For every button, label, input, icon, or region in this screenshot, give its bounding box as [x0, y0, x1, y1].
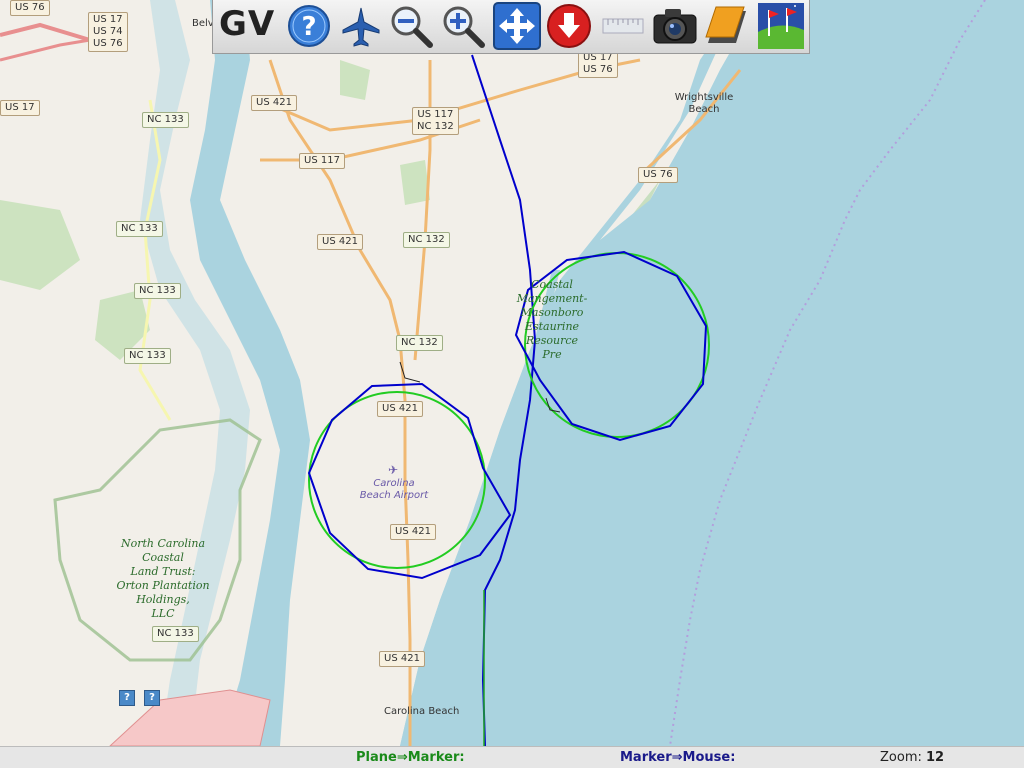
- place-label-carolina-beach: Carolina Beach: [384, 706, 460, 717]
- help-icon: ?: [288, 5, 330, 47]
- svg-text:?: ?: [301, 12, 316, 42]
- road-shield-us421: US 421: [317, 234, 363, 250]
- road-shield-nc133: NC 133: [152, 626, 199, 642]
- info-marker-icon[interactable]: ?: [144, 690, 160, 706]
- shield-line: US 74: [93, 26, 123, 37]
- road-shield-us421: US 421: [377, 401, 423, 417]
- road-shield-nc133: NC 133: [134, 283, 181, 299]
- svg-text:✈: ✈: [388, 463, 398, 477]
- park-line: Mangement-: [516, 292, 588, 305]
- zoom-readout: Zoom: 12: [880, 750, 944, 765]
- park-line: Orton Plantation: [116, 579, 210, 592]
- zoom-in-icon: [443, 6, 485, 48]
- markers-button[interactable]: [757, 2, 805, 50]
- zoom-out-button[interactable]: [387, 2, 435, 50]
- camera-button[interactable]: [651, 2, 699, 50]
- place-label-wrightsville-beach: Wrightsville Beach: [674, 92, 734, 115]
- road-shield-nc133: NC 133: [142, 112, 189, 128]
- park-label-orton: North Carolina Coastal Land Trust: Orton…: [108, 537, 218, 621]
- road-shield-us117: US 117: [299, 153, 345, 169]
- park-line: Coastal: [531, 278, 573, 291]
- road-shield-us17: US 17: [0, 100, 40, 116]
- pan-button[interactable]: [493, 2, 541, 50]
- park-line: Resource: [525, 334, 579, 347]
- park-line: Holdings,: [136, 593, 190, 606]
- road-shield-us117-nc132: US 117 NC 132: [412, 107, 459, 135]
- shield-line: NC 132: [417, 121, 454, 132]
- road-shield-us421: US 421: [390, 524, 436, 540]
- toolbar: GV ?: [212, 0, 810, 54]
- plane-button[interactable]: [337, 2, 385, 50]
- plane-to-marker-label: Plane⇒Marker:: [356, 750, 465, 765]
- road-shield-nc133: NC 133: [116, 221, 163, 237]
- app-logo: GV: [219, 4, 276, 44]
- park-label-masonboro: Coastal Mangement- Masonboro Estaurine R…: [512, 278, 592, 362]
- layer-icon: [705, 6, 746, 43]
- park-line: Land Trust:: [130, 565, 196, 578]
- road-shield-us76: US 76: [10, 0, 50, 16]
- flags-icon: [758, 3, 804, 49]
- shield-line: US 117: [417, 109, 454, 120]
- download-icon: [547, 4, 591, 48]
- airport-label: Carolina Beach Airport: [356, 478, 432, 502]
- place-label-belville: Belv: [192, 18, 214, 29]
- road-shield-us17-76: US 17 US 76: [578, 50, 618, 78]
- road-shield-us421: US 421: [251, 95, 297, 111]
- road-shield-us421: US 421: [379, 651, 425, 667]
- road-shield-nc132: NC 132: [403, 232, 450, 248]
- park-line: Estaurine: [524, 320, 580, 333]
- road-shield-us17-74-76: US 17 US 74 US 76: [88, 12, 128, 52]
- park-line: LLC: [151, 607, 175, 620]
- zoom-out-icon: [391, 6, 433, 48]
- zoom-value: 12: [926, 750, 945, 765]
- move-arrows-icon: [493, 2, 541, 50]
- park-line: North Carolina: [120, 537, 206, 550]
- park-line: Masonboro: [520, 306, 584, 319]
- airport-line: Beach Airport: [359, 490, 429, 501]
- download-button[interactable]: [545, 2, 593, 50]
- shield-line: US 17: [93, 14, 123, 25]
- zoom-in-button[interactable]: [439, 2, 487, 50]
- airport-line: Carolina: [373, 478, 415, 489]
- park-line: Coastal: [142, 551, 184, 564]
- marker-to-mouse-label: Marker⇒Mouse:: [620, 750, 736, 765]
- zoom-label: Zoom:: [880, 750, 922, 765]
- layer-button[interactable]: [703, 2, 751, 50]
- shield-line: US 76: [583, 64, 613, 75]
- road-shield-nc132: NC 132: [396, 335, 443, 351]
- camera-icon: [653, 9, 697, 44]
- map-view[interactable]: ✈ US 76 US 17 US 74 US 76 US 17 NC 133 N…: [0, 0, 1024, 746]
- ruler-icon: [602, 18, 644, 34]
- ruler-button[interactable]: [599, 2, 647, 50]
- info-marker-icon[interactable]: ?: [119, 690, 135, 706]
- help-button[interactable]: ?: [285, 2, 333, 50]
- status-bar: Plane⇒Marker: Marker⇒Mouse: Zoom: 12: [0, 746, 1024, 768]
- park-line: Pre: [542, 348, 562, 361]
- shield-line: US 76: [93, 38, 123, 49]
- road-shield-us76: US 76: [638, 167, 678, 183]
- road-shield-nc133: NC 133: [124, 348, 171, 364]
- airplane-icon: [342, 7, 380, 47]
